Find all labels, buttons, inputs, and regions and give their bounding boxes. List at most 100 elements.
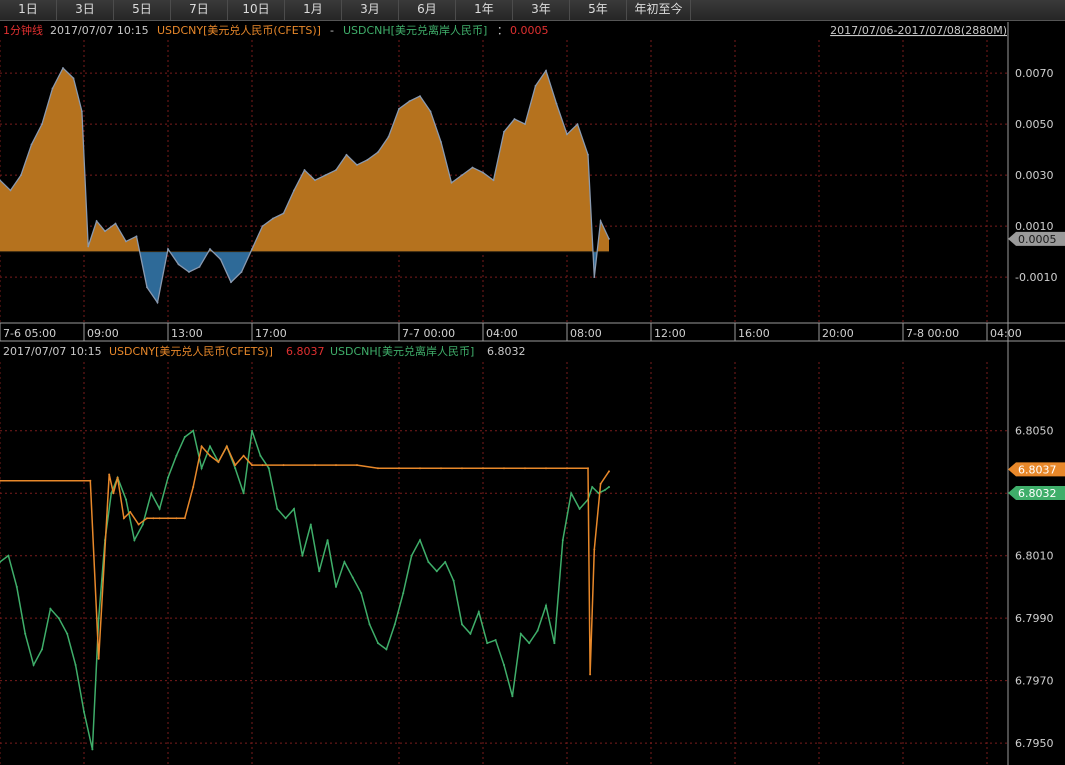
usdcnh-line-point [175, 454, 178, 457]
tab-period[interactable]: 7日 [171, 0, 228, 20]
bottom-series-b-value: 6.8032 [487, 345, 526, 358]
usdcnh-line-point [608, 485, 610, 488]
top-series-a-label: USDCNY[美元兑人民币(CFETS)] [157, 23, 321, 37]
usdcnh-line-point [368, 623, 371, 626]
usdcnh-line-point [486, 642, 489, 645]
spread-point [492, 179, 495, 182]
spread-point [366, 158, 369, 161]
usdcnh-line-point [41, 648, 43, 651]
time-tick-label: 08:00 [570, 327, 602, 340]
usdcnh-line-point [259, 454, 262, 457]
usdcny-line-point [234, 464, 237, 467]
usdcnh-line-point [461, 623, 463, 626]
usdcny-line-point [225, 445, 228, 448]
usdcnh-line-point [393, 623, 396, 626]
usdcnh-line-point [591, 485, 594, 488]
usdcnh-line-point [284, 517, 287, 520]
usdcnh-line-point [192, 429, 195, 432]
usdcny-line-point [97, 657, 100, 660]
spread-point [95, 220, 98, 222]
spread-point [534, 84, 537, 87]
time-tick-label: 13:00 [171, 327, 203, 340]
spread-point [167, 248, 169, 250]
time-tick-label: 17:00 [255, 327, 287, 340]
usdcnh-line-point [444, 560, 447, 563]
spread-point [146, 286, 148, 289]
bottom-series-a-value: 6.8037 [286, 345, 325, 358]
period-tab-bar: 1日 3日 5日 7日 10日 1月 3月 6月 1年 3年 5年 年初至今 [0, 0, 1065, 21]
time-tick-label: 04:00 [990, 327, 1022, 340]
usdcnh-line-point [309, 523, 312, 526]
spread-point [51, 87, 54, 90]
tab-period[interactable]: 5日 [114, 0, 171, 20]
usdcnh-line-point [141, 523, 144, 526]
usdcnh-line-point [385, 648, 388, 651]
date-range-label[interactable]: 2017/07/06-2017/07/08(2880M) [830, 24, 1007, 37]
usdcnh-line-point [49, 607, 52, 610]
usdcnh-line-point [158, 507, 161, 510]
tab-period[interactable]: 3年 [513, 0, 570, 20]
spread-point [104, 230, 106, 233]
usdcnh-line-point [469, 632, 472, 635]
usdcny-line-point [152, 517, 155, 520]
tab-period[interactable]: 年初至今 [627, 0, 691, 20]
spread-point [545, 69, 547, 72]
interval-label: 1分钟线 [3, 23, 43, 37]
bottom-series-a-label: USDCNY[美元兑人民币(CFETS)] [109, 344, 273, 358]
spread-point [593, 276, 596, 279]
bottom-y-tick-label: 6.7990 [1015, 612, 1054, 625]
usdcnh-line-point [343, 560, 346, 563]
spread-point [209, 248, 211, 250]
usdcnh-line-point [335, 585, 337, 588]
tab-period[interactable]: 1月 [285, 0, 342, 20]
time-tick-label: 04:00 [486, 327, 518, 340]
spread-point [335, 169, 337, 171]
usdcny-line-point [251, 464, 253, 467]
usdcny-line-point [122, 517, 125, 520]
usdcnh-line-point [7, 554, 10, 557]
tab-period[interactable]: 5年 [570, 0, 627, 20]
spread-point [345, 153, 348, 156]
spread-point [398, 107, 400, 110]
spread-point [555, 102, 558, 105]
top-y-tick-label: 0.0050 [1015, 118, 1054, 131]
usdcnh-line-point [32, 664, 35, 667]
usdcny-line-point [593, 548, 596, 551]
usdcnh-line-point [267, 467, 270, 470]
usdcnh-line-point [293, 507, 295, 510]
usdcny-line-point [398, 467, 400, 470]
bottom-datetime: 2017/07/07 10:15 [3, 345, 102, 358]
time-tick-label: 7-6 05:00 [3, 327, 56, 340]
time-tick-label: 12:00 [654, 327, 686, 340]
spread-point [135, 235, 138, 238]
tab-period[interactable]: 1日 [0, 0, 57, 20]
usdcnh-line-point [452, 579, 455, 582]
usdcny-line-point [192, 485, 195, 488]
usdcnh-line-point [125, 498, 127, 501]
usdcny-line-point [108, 473, 111, 476]
usdcnh-line-point [427, 560, 430, 563]
spread-point [87, 245, 90, 248]
usdcny-line-point [608, 470, 610, 473]
time-tick-label: 20:00 [822, 327, 854, 340]
tab-period[interactable]: 1年 [456, 0, 513, 20]
bottom-y-tick-label: 6.7950 [1015, 737, 1054, 750]
time-tick-label: 7-8 00:00 [906, 327, 959, 340]
usdcnh-line-point [402, 592, 405, 595]
tab-period[interactable]: 3月 [342, 0, 399, 20]
usdcnh-line-point [234, 467, 237, 470]
usdcnh-line-point [603, 489, 606, 492]
usdcny-line [0, 444, 610, 675]
spread-point [566, 133, 568, 136]
tab-period[interactable]: 3日 [57, 0, 114, 20]
usdcny-line-point [129, 510, 132, 513]
usdcny-line-point [112, 492, 115, 495]
tab-period[interactable]: 10日 [228, 0, 285, 20]
spread-point [608, 237, 610, 240]
usdcny-line-point [440, 467, 442, 470]
usdcny-line-point [209, 454, 211, 457]
top-y-tick-label: 0.0030 [1015, 169, 1054, 182]
spread-point [419, 95, 421, 97]
tab-period[interactable]: 6月 [399, 0, 456, 20]
spread-point [230, 281, 232, 284]
